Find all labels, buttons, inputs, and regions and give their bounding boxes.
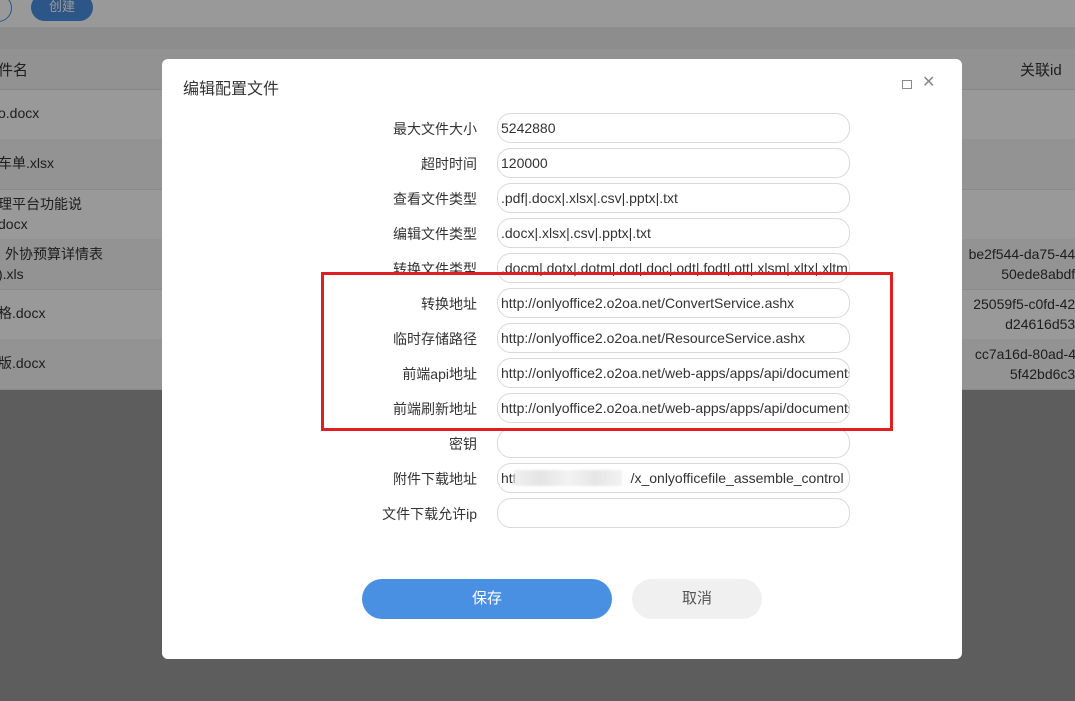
field-value: 5242880 [501, 120, 556, 136]
view-file-types-input[interactable]: .pdf|.docx|.xlsx|.csv|.pptx|.txt [497, 183, 850, 213]
attachment-download-url-input[interactable]: htt/x_onlyofficefile_assemble_control [497, 463, 850, 493]
field-label: 文件下载允许ip [382, 506, 477, 522]
max-file-size-input[interactable]: 5242880 [497, 113, 850, 143]
field-row-max-file-size: 最大文件大小 5242880 [162, 113, 962, 143]
field-label: 附件下载地址 [393, 471, 477, 487]
redacted-blur [514, 470, 622, 486]
download-allowed-ip-input[interactable] [497, 498, 850, 528]
field-value: .pdf|.docx|.xlsx|.csv|.pptx|.txt [501, 190, 678, 206]
close-icon[interactable]: ✕ [922, 73, 935, 93]
field-label: 超时时间 [421, 156, 477, 172]
field-label: 密钥 [449, 436, 477, 452]
field-row-view-file-types: 查看文件类型 .pdf|.docx|.xlsx|.csv|.pptx|.txt [162, 183, 962, 213]
secret-key-input[interactable] [497, 428, 850, 458]
cancel-button[interactable]: 取消 [632, 579, 762, 619]
dialog-title: 编辑配置文件 [183, 81, 280, 98]
field-row-download-allowed-ip: 文件下载允许ip [162, 498, 962, 528]
field-label: 最大文件大小 [393, 121, 477, 137]
field-row-attachment-download-url: 附件下载地址 htt/x_onlyofficefile_assemble_con… [162, 463, 962, 493]
save-button[interactable]: 保存 [362, 579, 612, 619]
field-row-edit-file-types: 编辑文件类型 .docx|.xlsx|.csv|.pptx|.txt [162, 218, 962, 248]
field-label: 查看文件类型 [393, 191, 477, 207]
timeout-input[interactable]: 120000 [497, 148, 850, 178]
field-value: .docx|.xlsx|.csv|.pptx|.txt [501, 225, 651, 241]
field-value: 120000 [501, 155, 548, 171]
maximize-icon[interactable] [902, 80, 912, 89]
field-label: 编辑文件类型 [393, 226, 477, 242]
field-value-suffix: /x_onlyofficefile_assemble_control [630, 470, 844, 486]
edit-file-types-input[interactable]: .docx|.xlsx|.csv|.pptx|.txt [497, 218, 850, 248]
field-row-secret-key: 密钥 [162, 428, 962, 458]
red-highlight-annotation [321, 272, 893, 431]
edit-config-dialog: 编辑配置文件 ✕ 最大文件大小 5242880 超时时间 120000 查看文件… [162, 59, 962, 659]
field-row-timeout: 超时时间 120000 [162, 148, 962, 178]
